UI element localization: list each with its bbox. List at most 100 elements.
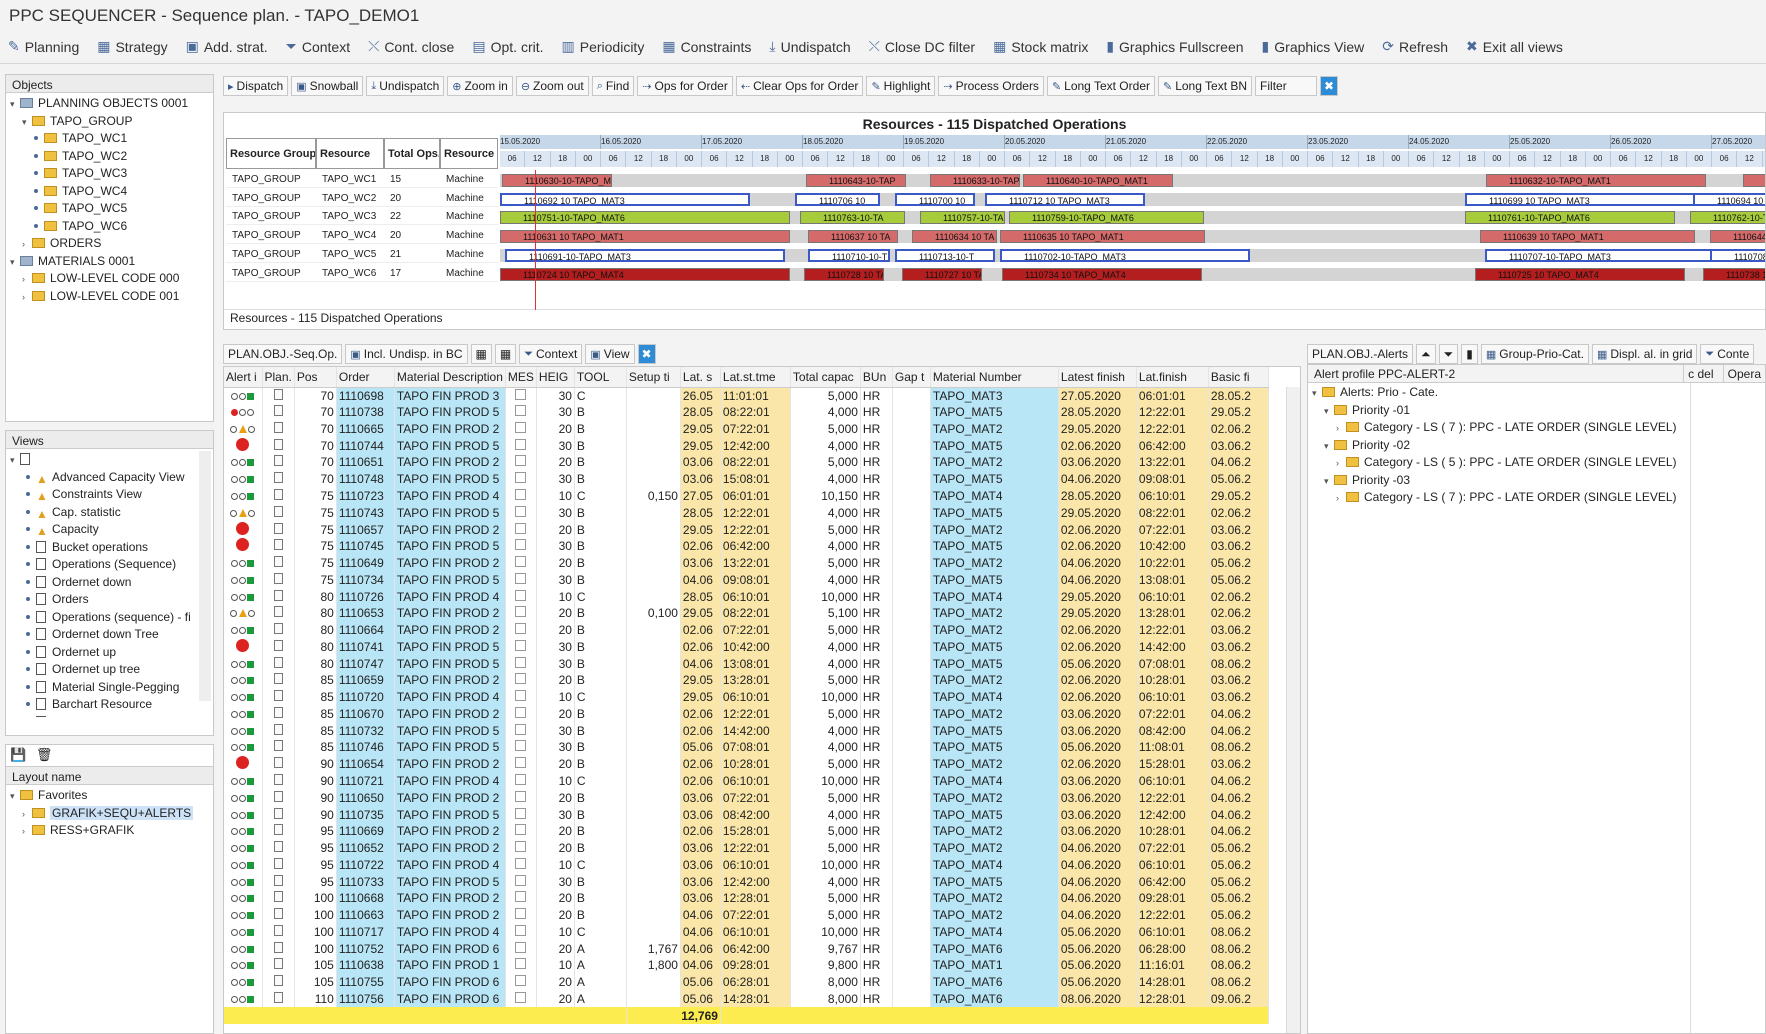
mes-checkbox[interactable]	[505, 487, 537, 505]
table-row[interactable]: 85 1110720 TAPO FIN PROD 4 10 C 29.05 06:10:01…	[224, 688, 1269, 706]
view-item[interactable]: Bucket operations	[10, 539, 209, 557]
objects-tree-item[interactable]: › LOW-LEVEL CODE 001	[10, 288, 209, 306]
objects-tree-item[interactable]: ▾ PLANNING OBJECTS 0001	[10, 95, 209, 113]
close-icon[interactable]: ✖	[1320, 76, 1339, 96]
gantt-btn-snowball[interactable]: ▣ Snowball	[291, 76, 364, 96]
mes-checkbox[interactable]	[505, 973, 537, 991]
plan-icon[interactable]	[262, 789, 295, 807]
expand-icon[interactable]: ▾	[1324, 403, 1334, 421]
view-item[interactable]: Ordernet up	[10, 644, 209, 662]
gantt-bar[interactable]: 1110694 10	[1693, 192, 1765, 206]
plan-icon[interactable]	[262, 806, 295, 823]
mes-checkbox[interactable]	[505, 739, 537, 756]
export-icon[interactable]: ▦	[470, 344, 492, 364]
mes-checkbox[interactable]	[505, 387, 537, 404]
menu-refresh[interactable]: ⟳ Refresh	[1382, 38, 1448, 55]
plan-icon[interactable]	[262, 906, 295, 924]
menu-context[interactable]: ⏷ Context	[286, 38, 350, 55]
gantt-bar[interactable]: 1110713-10-T	[895, 248, 995, 262]
gantt-bar[interactable]: 1110692 10 TAPO_MAT3	[500, 192, 750, 206]
alerts-btn-group-prio-cat[interactable]: ▦ Group-Prio-Cat.	[1480, 344, 1589, 364]
table-row[interactable]: 85 1110732 TAPO FIN PROD 5 30 B 02.06 14:42:00…	[224, 722, 1269, 740]
gantt-bar[interactable]: 1110639 10 TAPO_MAT1	[1480, 230, 1695, 244]
plan-icon[interactable]	[262, 638, 295, 656]
objects-tree-item[interactable]: ▾ TAPO_GROUP	[10, 113, 209, 131]
seq-col-header[interactable]: Latest finish	[1058, 367, 1137, 388]
table-row[interactable]: 75 1110745 TAPO FIN PROD 5 30 B 02.06 06:42:00…	[224, 537, 1269, 555]
gantt-bar[interactable]: 1110724 10 TAPO_MAT4	[500, 267, 790, 281]
gantt-bar[interactable]: 1110632-10-TAPO_MAT1	[1486, 174, 1706, 187]
view-item[interactable]: ▲ Cap. statistic	[10, 504, 209, 522]
table-row[interactable]: 70 1110744 TAPO FIN PROD 5 30 B 29.05 12:42:00…	[224, 437, 1269, 455]
seq-col-header[interactable]: Lat.finish	[1136, 367, 1209, 388]
view-item[interactable]: ▲ Advanced Capacity View	[10, 469, 209, 487]
plan-icon[interactable]	[262, 856, 295, 874]
plan-icon[interactable]	[262, 755, 295, 773]
table-row[interactable]: 80 1110747 TAPO FIN PROD 5 30 B 04.06 13:08:01…	[224, 655, 1269, 673]
menu-undispatch[interactable]: ⤓ Undispatch	[769, 38, 850, 55]
alert-category-item[interactable]: › Category - LS ( 5 ): PPC - LATE ORDER (…	[1312, 454, 1761, 472]
expand-icon[interactable]: ›	[22, 823, 32, 841]
table-row[interactable]: 110 1110756 TAPO FIN PROD 6 20 A 05.06 14:28:0…	[224, 990, 1269, 1008]
plan-icon[interactable]	[262, 990, 295, 1008]
alert-priority-item[interactable]: ▾ Priority -03	[1312, 472, 1761, 490]
gantt-btn-filter[interactable]: Filter	[1255, 76, 1318, 96]
table-row[interactable]: 90 1110654 TAPO FIN PROD 2 20 B 02.06 10:28:01…	[224, 755, 1269, 773]
plan-icon[interactable]	[262, 973, 295, 991]
plan-icon[interactable]	[262, 621, 295, 639]
plan-icon[interactable]	[262, 923, 295, 941]
alert-category-item[interactable]: › Category - LS ( 7 ): PPC - LATE ORDER (…	[1312, 489, 1761, 507]
objects-tree-item[interactable]: › ORDERS	[10, 235, 209, 253]
table-row[interactable]: 70 1110748 TAPO FIN PROD 5 30 B 03.06 15:08:01…	[224, 470, 1269, 488]
expand-icon[interactable]: ›	[22, 236, 32, 254]
table-row[interactable]: 80 1110653 TAPO FIN PROD 2 20 B 0,100 29.05 08:…	[224, 604, 1269, 622]
expand-icon[interactable]: ▾	[1312, 385, 1322, 403]
plan-icon[interactable]	[262, 504, 295, 522]
view-item[interactable]: Orders	[10, 591, 209, 609]
expand-icon[interactable]: ▾	[22, 114, 32, 132]
plan-icon[interactable]	[262, 420, 295, 438]
seq-col-header[interactable]: HEIG	[536, 367, 575, 388]
seq-col-header[interactable]: Order	[336, 367, 395, 388]
table-row[interactable]: 105 1110638 TAPO FIN PROD 1 10 A 1,800 04.06 09…	[224, 957, 1269, 974]
mes-checkbox[interactable]	[505, 537, 537, 555]
mes-checkbox[interactable]	[505, 420, 537, 438]
gantt-col-header[interactable]: Resource Group	[226, 138, 316, 169]
layout-item[interactable]: › RESS+GRAFIK	[10, 822, 209, 840]
plan-icon[interactable]	[262, 889, 295, 907]
gantt-bar[interactable]: 1110761-10-TAPO_MAT6	[1465, 211, 1675, 225]
mes-checkbox[interactable]	[505, 957, 537, 974]
table-row[interactable]: 95 1110733 TAPO FIN PROD 5 30 B 03.06 12:42:00…	[224, 873, 1269, 890]
table-row[interactable]: 100 1110668 TAPO FIN PROD 2 20 B 03.06 12:28:0…	[224, 889, 1269, 907]
table-row[interactable]: 70 1110665 TAPO FIN PROD 2 20 B 29.05 07:22:01…	[224, 420, 1269, 438]
mes-checkbox[interactable]	[505, 772, 537, 790]
view-item[interactable]: ▲ Constraints View	[10, 486, 209, 504]
expand-icon[interactable]: ▾	[10, 96, 20, 114]
gantt-btn-zoom-in[interactable]: ⊕ Zoom in	[447, 76, 513, 96]
view-item[interactable]: Material Single-Pegging	[10, 679, 209, 697]
menu-graphics-view[interactable]: ▮ Graphics View	[1262, 38, 1365, 55]
gantt-btn-long-text-bn[interactable]: ✎ Long Text BN	[1157, 76, 1253, 96]
objects-tree-item[interactable]: TAPO_WC4	[10, 183, 209, 201]
table-row[interactable]: 85 1110746 TAPO FIN PROD 5 30 B 05.06 07:08:01…	[224, 739, 1269, 756]
expand-icon[interactable]: ›	[22, 806, 32, 824]
mes-checkbox[interactable]	[505, 755, 537, 773]
seq-btn-view[interactable]: ▣ View	[585, 344, 635, 364]
layout-favorites[interactable]: ▾ Favorites	[10, 787, 209, 805]
table-row[interactable]: 70 1110651 TAPO FIN PROD 2 20 B 03.06 08:22:01…	[224, 454, 1269, 471]
plan-icon[interactable]	[262, 554, 295, 572]
mes-checkbox[interactable]	[505, 621, 537, 639]
plan-icon[interactable]	[262, 739, 295, 756]
expand-icon[interactable]: ›	[22, 289, 32, 307]
objects-tree-item[interactable]: ▾ MATERIALS 0001	[10, 253, 209, 271]
expand-icon[interactable]: ▾	[1324, 438, 1334, 456]
seq-col-header[interactable]: Lat. s	[680, 367, 721, 388]
expand-icon[interactable]: ▾	[10, 254, 20, 272]
seq-col-header[interactable]: TOOL	[574, 367, 627, 388]
gantt-btn-clear-ops-for-order[interactable]: ⇠ Clear Ops for Order	[735, 76, 864, 96]
expand-icon[interactable]: ›	[1336, 420, 1346, 438]
seq-col-header[interactable]: Gap t	[892, 367, 931, 388]
expand-all-icon[interactable]: ⏶	[1416, 344, 1436, 364]
mes-checkbox[interactable]	[505, 504, 537, 522]
seq-btn-context[interactable]: ⏷ Context	[519, 344, 583, 364]
